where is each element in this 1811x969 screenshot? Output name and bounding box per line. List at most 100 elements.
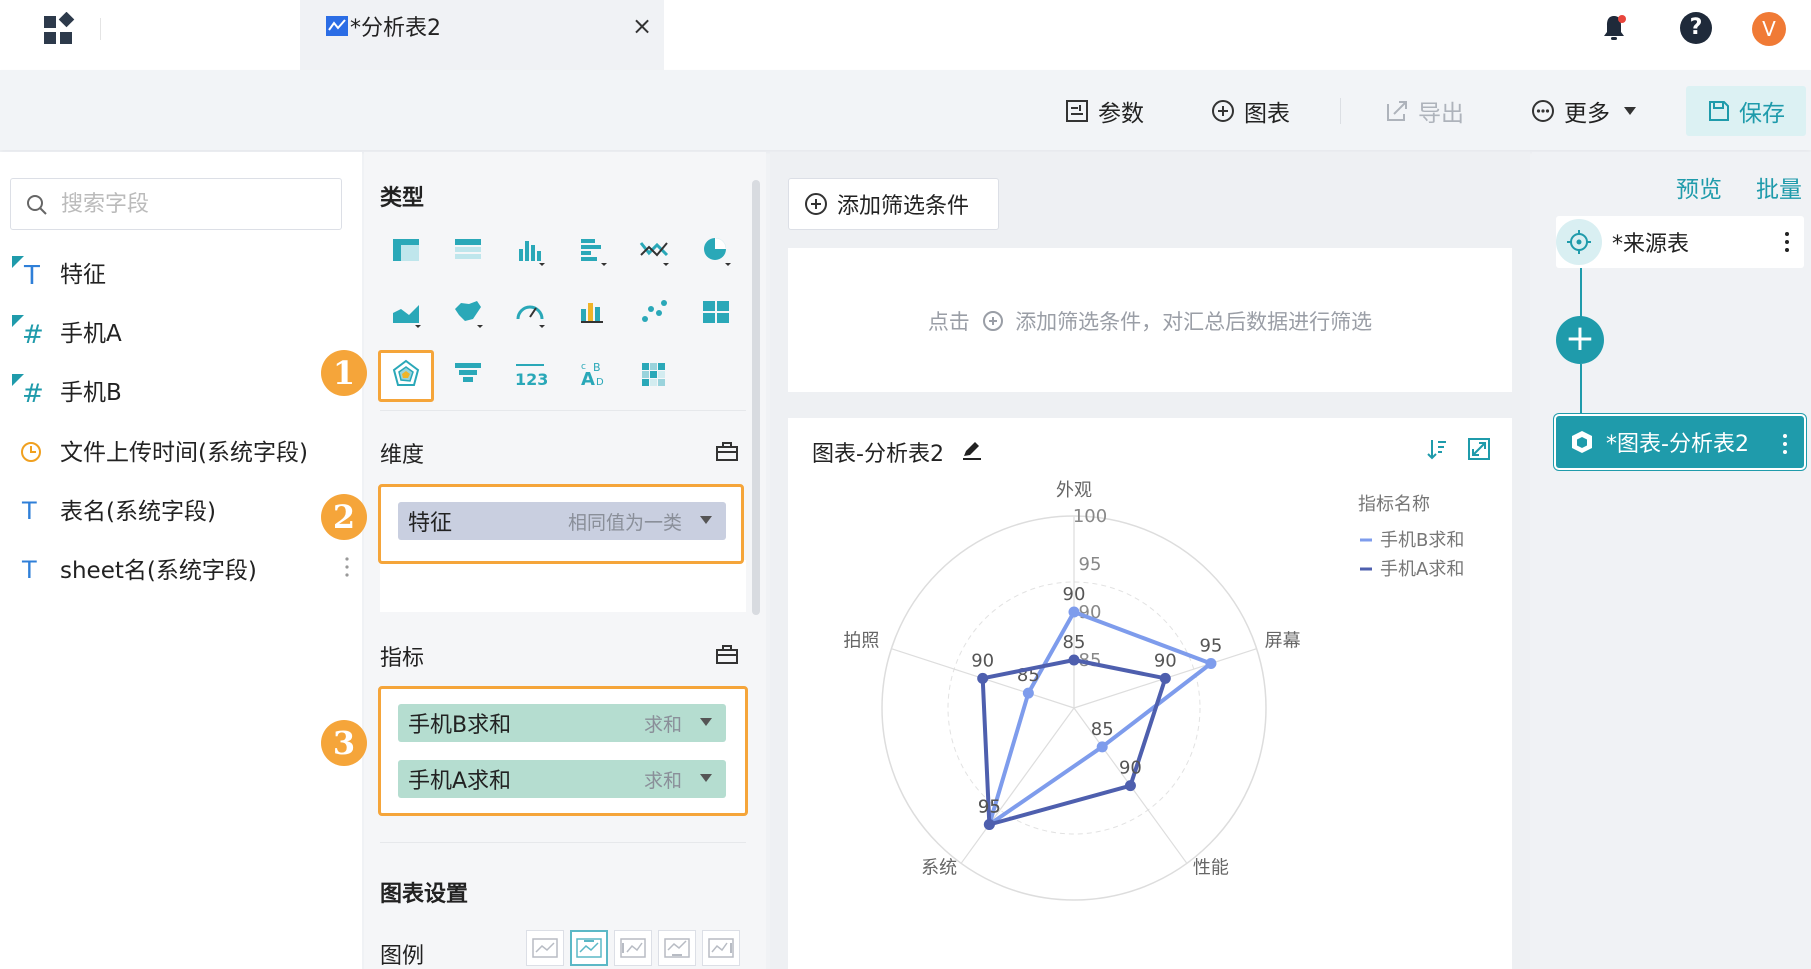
measure-pill-label: 手机A求和 [408, 769, 512, 794]
chart-type-detail-table[interactable] [446, 228, 490, 272]
legend-option-right[interactable] [702, 930, 740, 966]
chart-type-stacked-bar[interactable] [570, 290, 614, 334]
field-search-input[interactable] [61, 187, 331, 221]
add-chart-button[interactable]: 图表 [1210, 94, 1290, 128]
measure-pill-phone-b[interactable]: 手机B求和 求和 [398, 704, 726, 742]
dimension-pill-dropdown-icon[interactable] [700, 516, 712, 524]
dimension-settings-icon[interactable] [714, 438, 740, 464]
measure-settings-icon[interactable] [714, 641, 740, 667]
dimension-section-title: 维度 [380, 443, 425, 468]
field-item-sheet-name[interactable]: T sheet名(系统字段) [10, 548, 350, 588]
chart-type-heatmap[interactable] [632, 352, 676, 396]
field-label: 特征 [60, 262, 106, 288]
chart-type-pie[interactable] [694, 228, 738, 272]
chart-type-radar[interactable] [384, 352, 428, 396]
user-avatar[interactable]: V [1752, 12, 1786, 46]
scatter-icon [642, 300, 667, 322]
svg-text:D: D [596, 377, 604, 388]
legend-option-top[interactable] [570, 930, 608, 966]
field-item-phone-a[interactable]: # 手机A [10, 311, 350, 351]
legend-right-icon [708, 938, 734, 958]
dimension-slot[interactable]: 特征 相同值为一类 [378, 484, 744, 564]
number-field-icon: # [12, 374, 44, 408]
chart-type-treemap[interactable] [694, 290, 738, 334]
radar-indicator-label: 屏幕 [1265, 631, 1301, 652]
field-item-phone-b[interactable]: # 手机B [10, 370, 350, 410]
measure-slot[interactable]: 手机B求和 求和 手机A求和 求和 [378, 686, 748, 816]
chart-type-gauge[interactable] [508, 290, 552, 334]
legend-option-left[interactable] [614, 930, 652, 966]
filter-hint-prefix: 点击 [927, 310, 970, 334]
radar-data-label: 90 [1154, 650, 1177, 671]
add-filter-button[interactable]: 添加筛选条件 [788, 178, 999, 230]
chart-type-line[interactable] [632, 228, 676, 272]
legend-option-bottom[interactable] [658, 930, 696, 966]
measure-pill-dropdown-icon[interactable] [700, 774, 712, 782]
chart-type-word-cloud[interactable]: ABcD [570, 352, 614, 396]
radar-data-label: 90 [971, 650, 994, 671]
svg-text:#: # [22, 379, 44, 408]
export-button[interactable]: 导出 [1384, 94, 1464, 128]
add-node-button[interactable]: + [1556, 316, 1604, 364]
edit-pencil-icon[interactable] [960, 438, 984, 462]
radar-point [1068, 654, 1080, 666]
node-more-icon[interactable] [1784, 230, 1790, 254]
chart-type-area[interactable] [384, 290, 428, 334]
measure-pill-agg: 求和 [643, 769, 682, 792]
export-icon [1387, 101, 1407, 121]
chart-type-bar[interactable] [508, 228, 552, 272]
flow-panel [1532, 152, 1811, 969]
dimension-pill[interactable]: 特征 相同值为一类 [398, 502, 726, 540]
preview-link[interactable]: 预览 [1676, 170, 1722, 204]
line-chart-icon [639, 242, 669, 266]
field-item-table-name[interactable]: T 表名(系统字段) [10, 489, 350, 529]
field-item-feature[interactable]: T 特征 [10, 252, 350, 292]
source-table-node[interactable]: *来源表 [1556, 216, 1804, 268]
radar-point [1096, 741, 1108, 753]
bell-icon[interactable] [1598, 12, 1630, 44]
dimension-drop-area[interactable] [380, 560, 746, 612]
chart-type-scatter[interactable] [632, 290, 676, 334]
flow-connector [1580, 268, 1582, 318]
filter-area[interactable]: 点击 添加筛选条件，对汇总后数据进行筛选 [788, 248, 1512, 392]
batch-link[interactable]: 批量 [1756, 170, 1802, 204]
field-item-upload-time[interactable]: 文件上传时间(系统字段) [10, 430, 350, 470]
chart-type-cross-table[interactable] [384, 228, 428, 272]
field-search-box[interactable] [10, 178, 342, 230]
tab-analysis-2[interactable]: *分析表2 × [300, 0, 664, 70]
chart-node[interactable]: *图表-分析表2 [1556, 416, 1804, 468]
tab-close-button[interactable]: × [632, 12, 652, 40]
node-more-icon[interactable] [1782, 432, 1788, 456]
fullscreen-icon[interactable] [1466, 436, 1492, 462]
treemap-icon [703, 301, 729, 323]
apps-grid-icon[interactable] [42, 12, 78, 48]
chart-type-map[interactable] [446, 290, 490, 334]
measure-pill-dropdown-icon[interactable] [700, 718, 712, 726]
field-label: 文件上传时间(系统字段) [60, 440, 308, 466]
legend-option-none[interactable] [526, 930, 564, 966]
help-icon[interactable]: ? [1680, 12, 1712, 44]
radar-indicator-label: 性能 [1193, 857, 1229, 878]
save-button[interactable]: 保存 [1686, 86, 1806, 136]
text-field-icon: T [21, 556, 37, 584]
chart-type-funnel[interactable] [446, 352, 490, 396]
legend-setting-label: 图例 [380, 944, 425, 969]
add-chart-label: 图表 [1244, 101, 1290, 127]
legend-item: 手机A求和 [1380, 559, 1464, 580]
field-more-icon[interactable] [344, 555, 350, 579]
map-icon [455, 301, 483, 328]
cube-icon [1572, 431, 1592, 453]
chart-type-horizontal-bar[interactable] [570, 228, 614, 272]
params-icon [1066, 100, 1088, 122]
chart-settings-title: 图表设置 [380, 882, 469, 907]
measure-pill-phone-a[interactable]: 手机A求和 求和 [398, 760, 726, 798]
heatmap-icon [642, 363, 665, 386]
section-divider [380, 410, 746, 411]
radar-chart: 外观屏幕性能系统拍照10095908590958595858590909590指… [843, 480, 1464, 901]
more-button[interactable]: 更多 [1530, 94, 1636, 128]
chart-type-indicator-card[interactable]: 123 [508, 352, 552, 396]
sort-icon[interactable] [1424, 436, 1450, 462]
config-scrollbar[interactable] [752, 180, 760, 615]
params-button[interactable]: 参数 [1064, 94, 1144, 128]
svg-text:T: T [21, 556, 37, 584]
